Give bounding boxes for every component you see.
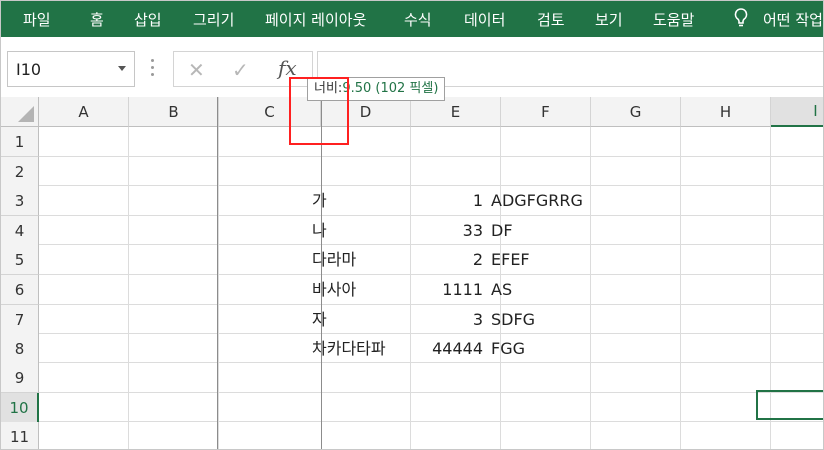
- cell-e3[interactable]: 1: [411, 186, 483, 216]
- chevron-down-icon[interactable]: [118, 66, 126, 71]
- select-all-button[interactable]: [1, 97, 39, 127]
- tab-home[interactable]: 홈: [90, 9, 104, 30]
- cell-d7[interactable]: 자: [312, 305, 327, 335]
- cell-d5[interactable]: 다라마: [312, 245, 356, 275]
- column-header-h[interactable]: H: [681, 97, 771, 127]
- cell-e7[interactable]: 3: [411, 305, 483, 335]
- cell-e5[interactable]: 2: [411, 245, 483, 275]
- cell-d3[interactable]: 가: [312, 186, 327, 216]
- lightbulb-icon[interactable]: [733, 7, 749, 29]
- tab-help[interactable]: 도움말: [653, 9, 694, 30]
- row-header-7[interactable]: 7: [1, 305, 39, 335]
- row-header-9[interactable]: 9: [1, 363, 39, 393]
- cell-e6[interactable]: 1111: [411, 275, 483, 305]
- highlight-box: [289, 77, 349, 145]
- cell-d4[interactable]: 나: [312, 216, 327, 246]
- column-header-g[interactable]: G: [591, 97, 681, 127]
- row-header-11[interactable]: 11: [1, 422, 39, 449]
- column-header-e[interactable]: E: [411, 97, 501, 127]
- row-header-1[interactable]: 1: [1, 127, 39, 157]
- tab-formulas[interactable]: 수식: [404, 9, 432, 30]
- tab-view[interactable]: 보기: [595, 9, 623, 30]
- row-header-8[interactable]: 8: [1, 334, 39, 364]
- active-cell-i10[interactable]: [756, 390, 823, 420]
- row-header-5[interactable]: 5: [1, 245, 39, 275]
- gridline: [39, 392, 823, 393]
- tab-file[interactable]: 파일: [23, 9, 51, 30]
- drag-handle-icon[interactable]: [151, 59, 155, 77]
- tab-review[interactable]: 검토: [537, 9, 565, 30]
- cancel-icon[interactable]: ✕: [188, 58, 205, 82]
- row-header-4[interactable]: 4: [1, 216, 39, 246]
- excel-window: 파일 홈 삽입 그리기 페이지 레이아웃 수식 데이터 검토 보기 도움말 어떤…: [0, 0, 824, 450]
- name-box-value: I10: [16, 60, 42, 79]
- gridline: [590, 127, 591, 449]
- tab-data[interactable]: 데이터: [464, 9, 505, 30]
- column-header-b[interactable]: B: [129, 97, 219, 127]
- row-header-10[interactable]: 10: [1, 393, 39, 423]
- gridline: [39, 156, 823, 157]
- column-header-a[interactable]: A: [39, 97, 129, 127]
- enter-icon[interactable]: ✓: [232, 58, 249, 82]
- row-header-3[interactable]: 3: [1, 186, 39, 216]
- tell-me-search[interactable]: 어떤 작업: [763, 9, 823, 30]
- cell-d6[interactable]: 바사아: [312, 275, 356, 305]
- name-box[interactable]: I10: [7, 51, 135, 87]
- cell-e4[interactable]: 33: [411, 216, 483, 246]
- cell-f7[interactable]: SDFG: [491, 305, 535, 335]
- cell-f3[interactable]: ADGFGRRG: [491, 186, 583, 216]
- cell-f8[interactable]: FGG: [491, 334, 525, 364]
- ribbon-tab-bar: 파일 홈 삽입 그리기 페이지 레이아웃 수식 데이터 검토 보기 도움말 어떤…: [1, 1, 823, 37]
- column-resize-guide: [217, 97, 218, 449]
- cell-e8[interactable]: 44444: [411, 334, 483, 364]
- tooltip-value: 9.50 (102 픽셀): [342, 81, 439, 96]
- cell-d8[interactable]: 차카다타파: [312, 334, 386, 364]
- tab-draw[interactable]: 그리기: [193, 9, 234, 30]
- gridline: [680, 127, 681, 449]
- gridline: [218, 127, 219, 449]
- gridline: [39, 421, 823, 422]
- column-header-i[interactable]: I: [771, 97, 823, 127]
- cell-f5[interactable]: EFEF: [491, 245, 530, 275]
- row-header-2[interactable]: 2: [1, 157, 39, 187]
- cell-f4[interactable]: DF: [491, 216, 513, 246]
- gridline: [128, 127, 129, 449]
- tab-page-layout[interactable]: 페이지 레이아웃: [265, 9, 366, 30]
- cell-f6[interactable]: AS: [491, 275, 512, 305]
- tab-insert[interactable]: 삽입: [134, 9, 162, 30]
- row-header-6[interactable]: 6: [1, 275, 39, 305]
- column-header-f[interactable]: F: [501, 97, 591, 127]
- worksheet-grid: A B C D E F G H I 1 2 3 4 5 6 7 8 9 10 1…: [1, 97, 823, 449]
